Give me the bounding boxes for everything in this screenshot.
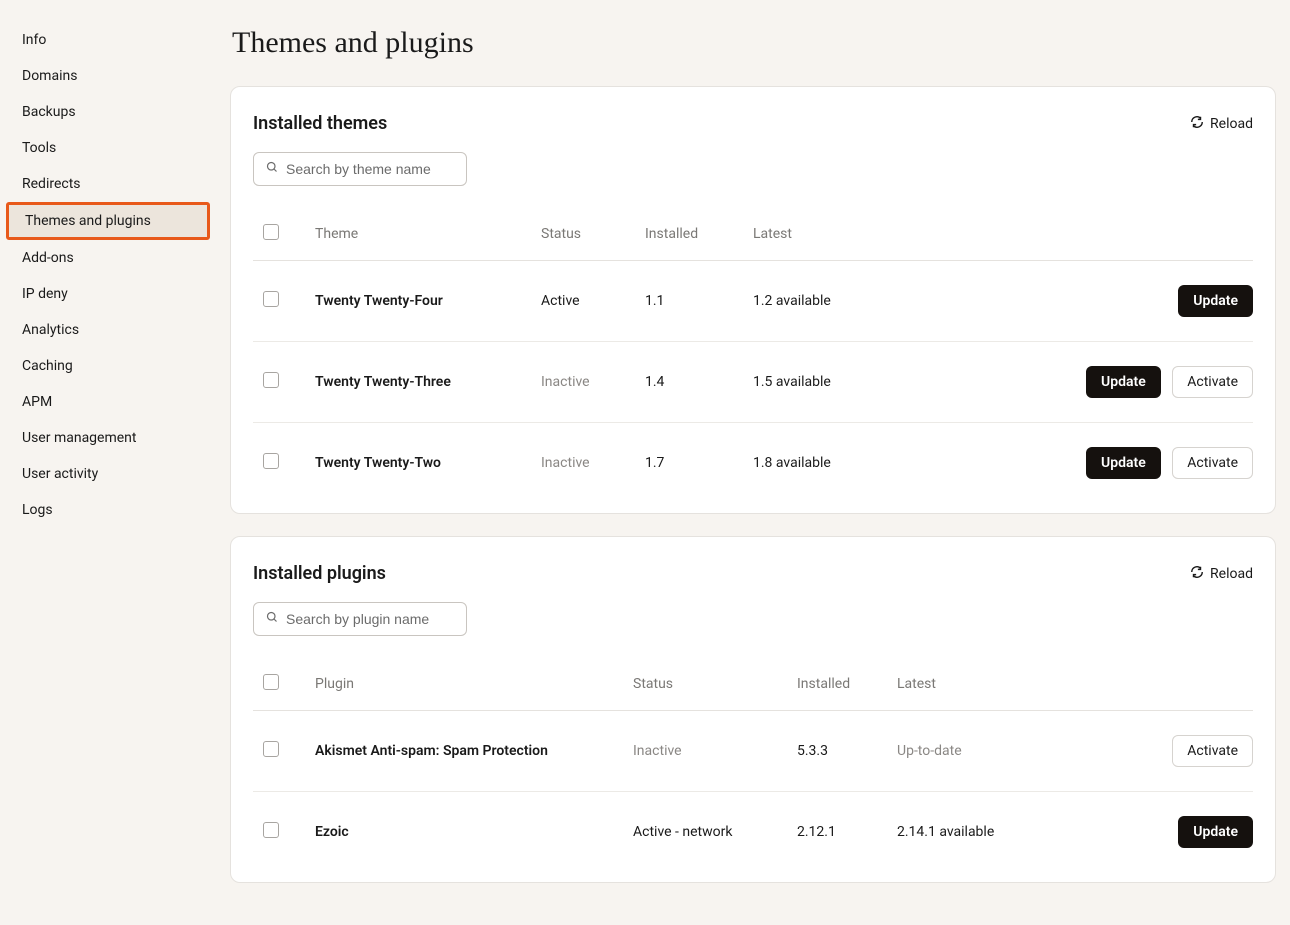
themes-table: Theme Status Installed Latest Twenty Twe… [253, 212, 1253, 503]
theme-installed: 1.7 [645, 423, 753, 504]
plugin-row-checkbox[interactable] [263, 741, 279, 757]
plugin-status: Inactive [633, 711, 797, 792]
themes-col-status: Status [541, 212, 645, 261]
activate-button[interactable]: Activate [1172, 366, 1253, 398]
activate-button[interactable]: Activate [1172, 447, 1253, 479]
plugin-search-input[interactable] [286, 611, 454, 627]
sidebar-item-logs[interactable]: Logs [0, 492, 216, 528]
theme-row-checkbox[interactable] [263, 453, 279, 469]
theme-row: Twenty Twenty-Four Active 1.1 1.2 availa… [253, 261, 1253, 342]
activate-button[interactable]: Activate [1172, 735, 1253, 767]
sidebar: Info Domains Backups Tools Redirects The… [0, 0, 216, 925]
sidebar-item-analytics[interactable]: Analytics [0, 312, 216, 348]
themes-col-latest: Latest [753, 212, 912, 261]
sidebar-item-ip-deny[interactable]: IP deny [0, 276, 216, 312]
theme-row-checkbox[interactable] [263, 372, 279, 388]
sidebar-item-domains[interactable]: Domains [0, 58, 216, 94]
plugin-latest: 2.14.1 available [897, 792, 1092, 873]
themes-select-all-checkbox[interactable] [263, 224, 279, 240]
theme-latest: 1.8 available [753, 423, 912, 504]
reload-plugins-button[interactable]: Reload [1190, 565, 1253, 583]
search-icon [266, 611, 278, 627]
theme-installed: 1.1 [645, 261, 753, 342]
update-button[interactable]: Update [1178, 285, 1253, 317]
plugin-status: Active - network [633, 792, 797, 873]
plugins-col-latest: Latest [897, 662, 1092, 711]
sidebar-item-apm[interactable]: APM [0, 384, 216, 420]
plugin-name: Ezoic [315, 792, 633, 873]
plugins-select-all-checkbox[interactable] [263, 674, 279, 690]
plugin-row-checkbox[interactable] [263, 822, 279, 838]
plugin-row: Akismet Anti-spam: Spam Protection Inact… [253, 711, 1253, 792]
sidebar-item-backups[interactable]: Backups [0, 94, 216, 130]
sidebar-item-user-management[interactable]: User management [0, 420, 216, 456]
sidebar-item-tools[interactable]: Tools [0, 130, 216, 166]
plugin-latest: Up-to-date [897, 711, 1092, 792]
search-icon [266, 161, 278, 177]
update-button[interactable]: Update [1086, 447, 1161, 479]
sidebar-item-themes-and-plugins[interactable]: Themes and plugins [6, 202, 210, 240]
reload-label: Reload [1210, 566, 1253, 582]
theme-name: Twenty Twenty-Three [315, 342, 541, 423]
reload-label: Reload [1210, 116, 1253, 132]
plugins-col-status: Status [633, 662, 797, 711]
theme-name: Twenty Twenty-Two [315, 423, 541, 504]
theme-row-checkbox[interactable] [263, 291, 279, 307]
theme-latest: 1.2 available [753, 261, 912, 342]
sidebar-item-add-ons[interactable]: Add-ons [0, 240, 216, 276]
installed-plugins-panel: Installed plugins Reload P [230, 536, 1276, 883]
theme-installed: 1.4 [645, 342, 753, 423]
theme-search-box[interactable] [253, 152, 467, 186]
sidebar-item-user-activity[interactable]: User activity [0, 456, 216, 492]
update-button[interactable]: Update [1086, 366, 1161, 398]
plugins-col-installed: Installed [797, 662, 897, 711]
plugin-name: Akismet Anti-spam: Spam Protection [315, 711, 633, 792]
plugin-search-box[interactable] [253, 602, 467, 636]
plugins-panel-title: Installed plugins [253, 563, 386, 584]
plugin-row: Ezoic Active - network 2.12.1 2.14.1 ava… [253, 792, 1253, 873]
sidebar-item-caching[interactable]: Caching [0, 348, 216, 384]
theme-latest: 1.5 available [753, 342, 912, 423]
sidebar-item-redirects[interactable]: Redirects [0, 166, 216, 202]
plugins-table: Plugin Status Installed Latest Akismet A… [253, 662, 1253, 872]
plugin-installed: 2.12.1 [797, 792, 897, 873]
theme-status: Inactive [541, 423, 645, 504]
reload-icon [1190, 565, 1204, 583]
themes-col-installed: Installed [645, 212, 753, 261]
theme-row: Twenty Twenty-Three Inactive 1.4 1.5 ava… [253, 342, 1253, 423]
sidebar-item-info[interactable]: Info [0, 22, 216, 58]
page-title: Themes and plugins [232, 26, 1276, 60]
reload-icon [1190, 115, 1204, 133]
theme-status: Inactive [541, 342, 645, 423]
plugin-installed: 5.3.3 [797, 711, 897, 792]
theme-name: Twenty Twenty-Four [315, 261, 541, 342]
reload-themes-button[interactable]: Reload [1190, 115, 1253, 133]
installed-themes-panel: Installed themes Reload Th [230, 86, 1276, 514]
themes-panel-title: Installed themes [253, 113, 387, 134]
update-button[interactable]: Update [1178, 816, 1253, 848]
plugins-col-name: Plugin [315, 662, 633, 711]
theme-row: Twenty Twenty-Two Inactive 1.7 1.8 avail… [253, 423, 1253, 504]
theme-search-input[interactable] [286, 161, 454, 177]
themes-col-name: Theme [315, 212, 541, 261]
main-content: Themes and plugins Installed themes Relo… [216, 0, 1290, 925]
theme-status: Active [541, 261, 645, 342]
